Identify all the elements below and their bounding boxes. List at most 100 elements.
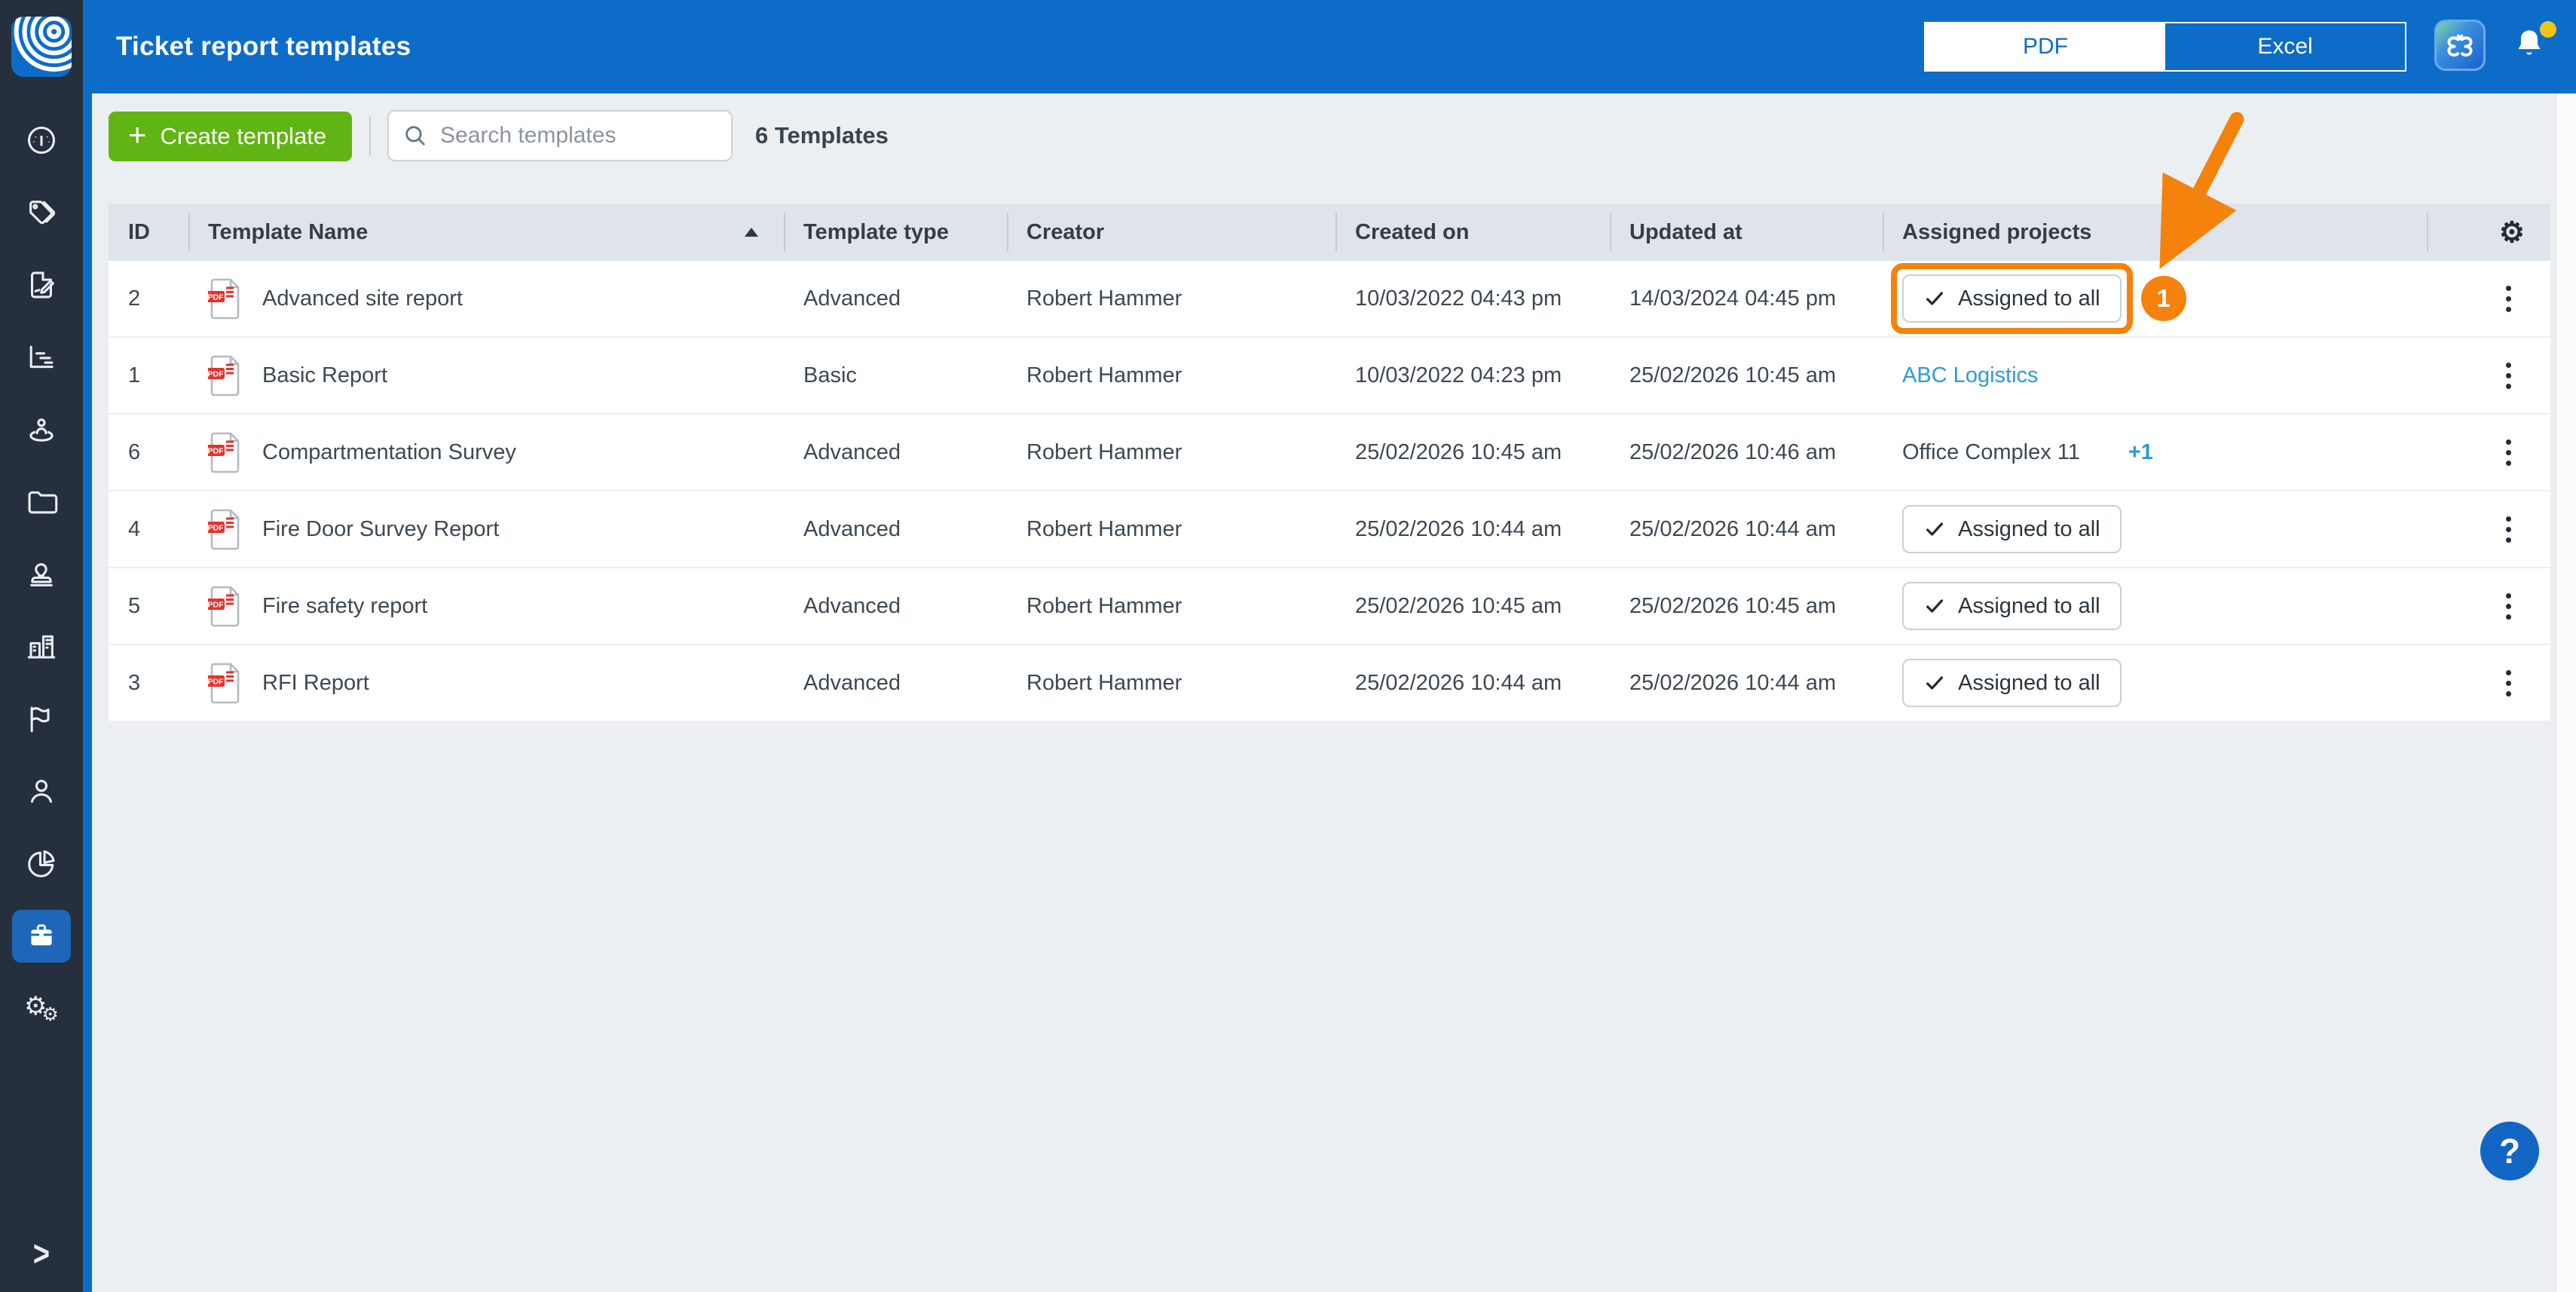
help-button[interactable]: ? [2480,1122,2539,1180]
assigned-to-all-button[interactable]: Assigned to all [1902,274,2122,323]
table-row[interactable]: 4 PDF Fire Door Survey Report Advanced Rober… [109,491,2550,568]
column-settings-cell[interactable]: ⚙ [2427,204,2550,261]
table-row[interactable]: 2 PDF Advanced site report Advanced Robert H… [109,261,2550,338]
cell-assigned-projects: ABC Logistics [1883,363,2427,388]
toolbar-divider [369,116,371,157]
chevron-right-icon: > [32,1234,50,1275]
column-header-creator[interactable]: Creator [1007,204,1335,261]
apps-icon[interactable] [2434,20,2486,71]
cell-updated-at: 14/03/2024 04:45 pm [1629,286,1837,311]
sidebar-item-stamp[interactable] [0,538,83,611]
cell-creator: Robert Hammer [1026,516,1182,541]
sidebar-accent-strip [83,0,92,1292]
row-menu-kebab-icon[interactable] [2500,280,2517,318]
column-header-assigned-projects[interactable]: Assigned projects [1883,204,2427,261]
sidebar-item-bar-chart[interactable] [0,321,83,393]
sidebar-item-folder[interactable] [0,466,83,538]
scrollbar-track[interactable] [2555,93,2576,1292]
cell-created-on: 25/02/2026 10:45 am [1355,593,1562,618]
table-row[interactable]: 5 PDF Fire safety report Advanced Robert Ham… [109,568,2550,645]
assigned-to-all-button[interactable]: Assigned to all [1902,582,2122,630]
row-menu-kebab-icon[interactable] [2500,357,2517,395]
template-name-label: RFI Report [262,670,369,695]
search-box [387,110,733,161]
column-header-created-on[interactable]: Created on [1335,204,1610,261]
create-template-button[interactable]: + Create template [109,112,353,161]
format-toggle: PDF Excel [1924,22,2406,72]
cell-template-name[interactable]: PDF Fire Door Survey Report [188,508,784,550]
assigned-to-all-label: Assigned to all [1958,593,2100,618]
sidebar-expand-button[interactable]: > [0,1235,83,1275]
buildings-icon [27,635,56,659]
annotation-highlight: Assigned to all [1891,263,2133,334]
cell-template-name[interactable]: PDF Advanced site report [188,277,784,320]
sidebar-item-tags[interactable] [0,176,83,249]
assigned-project-link[interactable]: ABC Logistics [1902,363,2039,388]
cell-assigned-projects: Assigned to all [1883,505,2427,553]
cell-actions [2427,280,2550,318]
sidebar-item-document-edit[interactable] [0,249,83,321]
sidebar-item-gears[interactable]: ⚙ ⚙ [0,972,83,1045]
sidebar-item-pie-chart[interactable] [0,828,83,900]
stamp-icon [30,563,53,586]
cell-template-name[interactable]: PDF RFI Report [188,662,784,704]
create-template-label: Create template [160,123,327,149]
column-label: ID [128,219,150,244]
sidebar-item-briefcase[interactable] [0,900,83,972]
cell-template-name[interactable]: PDF Basic Report [188,354,784,396]
sidebar: ⚙ ⚙ > [0,0,92,1292]
cell-creator: Robert Hammer [1026,593,1182,618]
cell-updated-at: 25/02/2026 10:45 am [1629,593,1837,618]
sidebar-item-gauge[interactable] [0,104,83,176]
svg-text:PDF: PDF [208,293,224,302]
row-menu-kebab-icon[interactable] [2500,587,2517,626]
cell-actions [2427,664,2550,703]
column-header-updated-at[interactable]: Updated at [1610,204,1883,261]
app-root: ⚙⚙ > Ticket report templates PDF Excel [0,0,2576,1292]
search-input[interactable] [439,122,733,149]
cell-id: 4 [128,516,141,541]
svg-text:PDF: PDF [208,447,224,456]
column-header-template-name[interactable]: Template Name [188,204,784,261]
table-row[interactable]: 6 PDF Compartmentation Survey Advanced Rober… [109,415,2550,491]
column-header-id[interactable]: ID [109,204,188,261]
main-content: + Create template 6 Templates ID Template… [92,93,2576,1292]
cell-creator: Robert Hammer [1026,439,1182,464]
bell-icon[interactable] [2510,21,2556,69]
cell-assigned-projects: Assigned to all [1883,582,2427,630]
toggle-option-excel[interactable]: Excel [2165,23,2405,70]
table-row[interactable]: 1 PDF Basic Report Basic Robert Hammer 10/03/… [109,338,2550,415]
pdf-file-icon: PDF [208,355,240,396]
assigned-to-all-button[interactable]: Assigned to all [1902,659,2122,707]
column-label: Created on [1355,219,1470,244]
toggle-option-pdf[interactable]: PDF [1926,23,2165,70]
row-menu-kebab-icon[interactable] [2500,433,2517,472]
assigned-to-all-label: Assigned to all [1958,516,2100,541]
cell-actions [2427,510,2550,549]
template-name-label: Fire Door Survey Report [262,516,500,541]
assigned-project-label: Office Complex 11 [1902,439,2080,464]
sidebar-item-buildings[interactable] [0,611,83,683]
gauge-icon [27,126,56,155]
gears-icon: ⚙ ⚙ [24,991,59,1025]
cell-id: 1 [128,363,141,387]
sidebar-item-person-pin[interactable] [0,393,83,466]
pdf-file-icon: PDF [208,663,240,704]
top-bar: Ticket report templates PDF Excel [92,0,2576,93]
template-name-label: Fire safety report [262,593,428,618]
sidebar-item-flag[interactable] [0,683,83,755]
sidebar-item-user[interactable] [0,755,83,828]
flag-icon [30,706,50,733]
cell-updated-at: 25/02/2026 10:44 am [1629,516,1837,541]
column-header-template-type[interactable]: Template type [784,204,1007,261]
svg-text:PDF: PDF [208,524,224,533]
table-row[interactable]: 3 PDF RFI Report Advanced Robert Hammer 25/02… [109,645,2550,722]
assigned-more-link[interactable]: +1 [2128,440,2153,465]
table-settings-gear-icon[interactable]: ⚙ [2499,216,2525,250]
assigned-to-all-button[interactable]: Assigned to all [1902,505,2122,553]
row-menu-kebab-icon[interactable] [2500,664,2517,703]
cell-template-name[interactable]: PDF Fire safety report [188,585,784,627]
cell-template-name[interactable]: PDF Compartmentation Survey [188,431,784,473]
row-menu-kebab-icon[interactable] [2500,510,2517,549]
cell-creator: Robert Hammer [1026,286,1182,311]
